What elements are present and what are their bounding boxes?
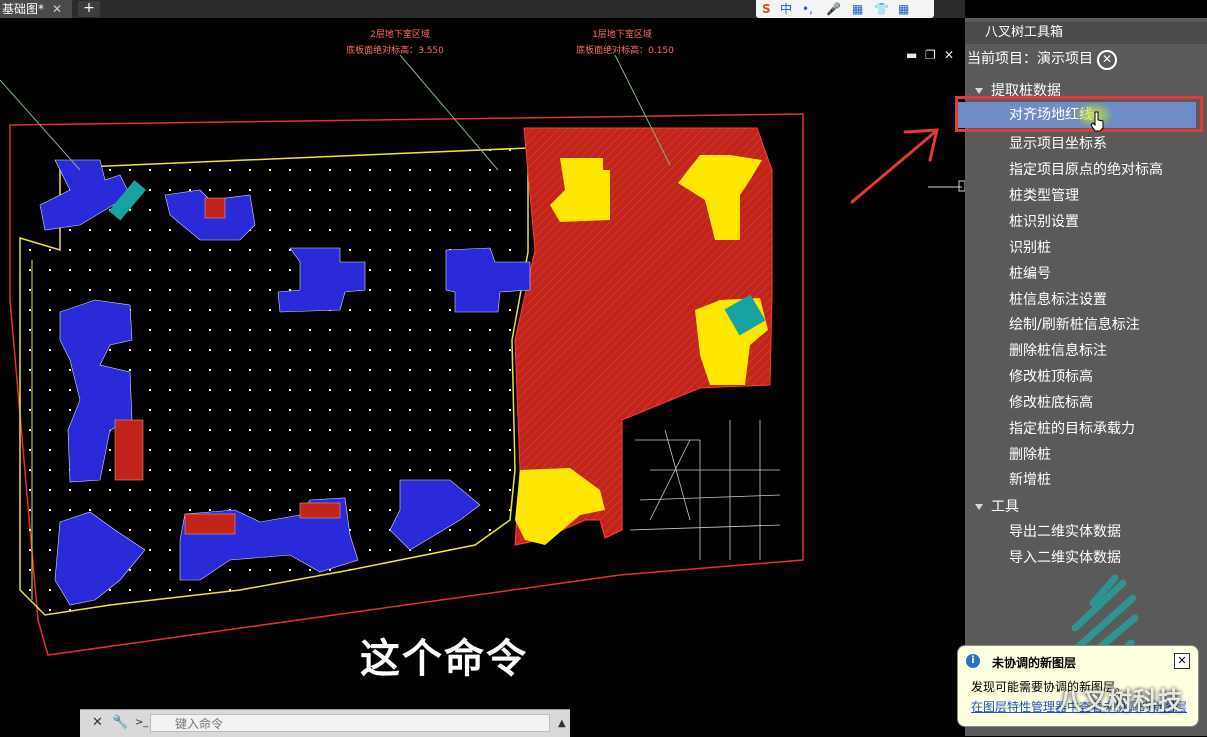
close-icon[interactable]: ✕: [944, 48, 954, 62]
group-label: 工具: [991, 499, 1019, 515]
project-value: 演示项目: [1037, 51, 1093, 67]
project-label: 当前项目：: [967, 51, 1037, 67]
road-grid: [629, 420, 781, 560]
menu-item-show-coordinate-system[interactable]: 显示项目坐标系: [1009, 133, 1107, 153]
chevron-up-icon[interactable]: ▲: [558, 718, 566, 729]
menu-item-delete-labels[interactable]: 删除桩信息标注: [1009, 340, 1107, 360]
menu-item-pile-recognition-settings[interactable]: 桩识别设置: [1009, 211, 1079, 231]
menu-item-label-settings[interactable]: 桩信息标注设置: [1009, 289, 1107, 309]
chevron-down-icon: [975, 504, 983, 510]
close-icon[interactable]: ✕: [92, 715, 103, 730]
panel-title: 八叉树工具箱: [965, 22, 1207, 44]
sogou-logo-icon[interactable]: S: [762, 0, 771, 18]
video-caption: 这个命令: [360, 636, 528, 682]
skin-icon[interactable]: 👕: [874, 0, 889, 18]
menu-item-origin-elevation[interactable]: 指定项目原点的绝对标高: [1009, 159, 1163, 179]
notification-title: 未协调的新图层: [992, 656, 1077, 670]
region1-title: 1层地下室区域: [592, 28, 652, 40]
region1-value: 底板面绝对标高：0.150: [576, 44, 674, 56]
menu-item-pile-type-management[interactable]: 桩类型管理: [1009, 185, 1079, 205]
menu-item-target-capacity[interactable]: 指定桩的目标承载力: [1009, 418, 1135, 438]
command-line: ✕ 🔧 >_ 键入命令 ▲: [80, 709, 570, 737]
current-project-row: 当前项目： 演示项目 ✕: [965, 48, 1207, 70]
keyboard-icon[interactable]: ▦: [852, 0, 863, 18]
red-arrow: [850, 128, 939, 204]
close-icon[interactable]: ✕: [52, 0, 62, 18]
brand-watermark: 八叉树科技: [1058, 687, 1183, 715]
tab-label: 基础图*: [2, 2, 45, 16]
close-icon[interactable]: ✕: [1174, 653, 1190, 669]
info-icon: i: [966, 654, 980, 668]
hand-cursor-icon: [1090, 111, 1104, 132]
close-project-icon[interactable]: ✕: [1097, 50, 1117, 70]
menu-item-draw-labels[interactable]: 绘制/刷新桩信息标注: [1009, 314, 1140, 334]
prompt-icon: >_: [135, 717, 149, 728]
restore-icon[interactable]: ❐: [925, 48, 936, 62]
menu-item-recognize-piles[interactable]: 识别桩: [1009, 237, 1051, 257]
menu-item-edit-top-elevation[interactable]: 修改桩顶标高: [1009, 366, 1093, 386]
punctuation-icon[interactable]: •,: [802, 0, 813, 18]
menu-item-import-2d[interactable]: 导入二维实体数据: [1009, 547, 1121, 567]
new-tab-button[interactable]: +: [78, 1, 100, 17]
menu-item-add-pile[interactable]: 新增桩: [1009, 469, 1051, 489]
region2-title: 2层地下室区域: [370, 28, 430, 40]
ime-toolbar: S 中 •, 🎤 ▦ 👕 ▦: [756, 0, 934, 18]
region2-value: 底板面绝对标高：3.550: [346, 44, 444, 56]
tab-drawing[interactable]: 基础图* ✕: [0, 0, 72, 18]
chevron-down-icon: [975, 88, 983, 94]
toolbox-icon[interactable]: ▦: [898, 0, 909, 18]
wrench-icon[interactable]: 🔧: [112, 715, 128, 730]
menu-item-pile-numbering[interactable]: 桩编号: [1009, 263, 1051, 283]
command-input[interactable]: 键入命令: [150, 714, 550, 732]
menu-item-export-2d[interactable]: 导出二维实体数据: [1009, 521, 1121, 541]
microphone-icon[interactable]: 🎤: [826, 0, 841, 18]
group-tools[interactable]: 工具: [975, 496, 1019, 516]
minimize-icon[interactable]: ▬: [906, 48, 917, 62]
menu-item-delete-pile[interactable]: 删除桩: [1009, 444, 1051, 464]
ime-mode-chinese[interactable]: 中: [780, 0, 792, 18]
menu-item-edit-bottom-elevation[interactable]: 修改桩底标高: [1009, 392, 1093, 412]
